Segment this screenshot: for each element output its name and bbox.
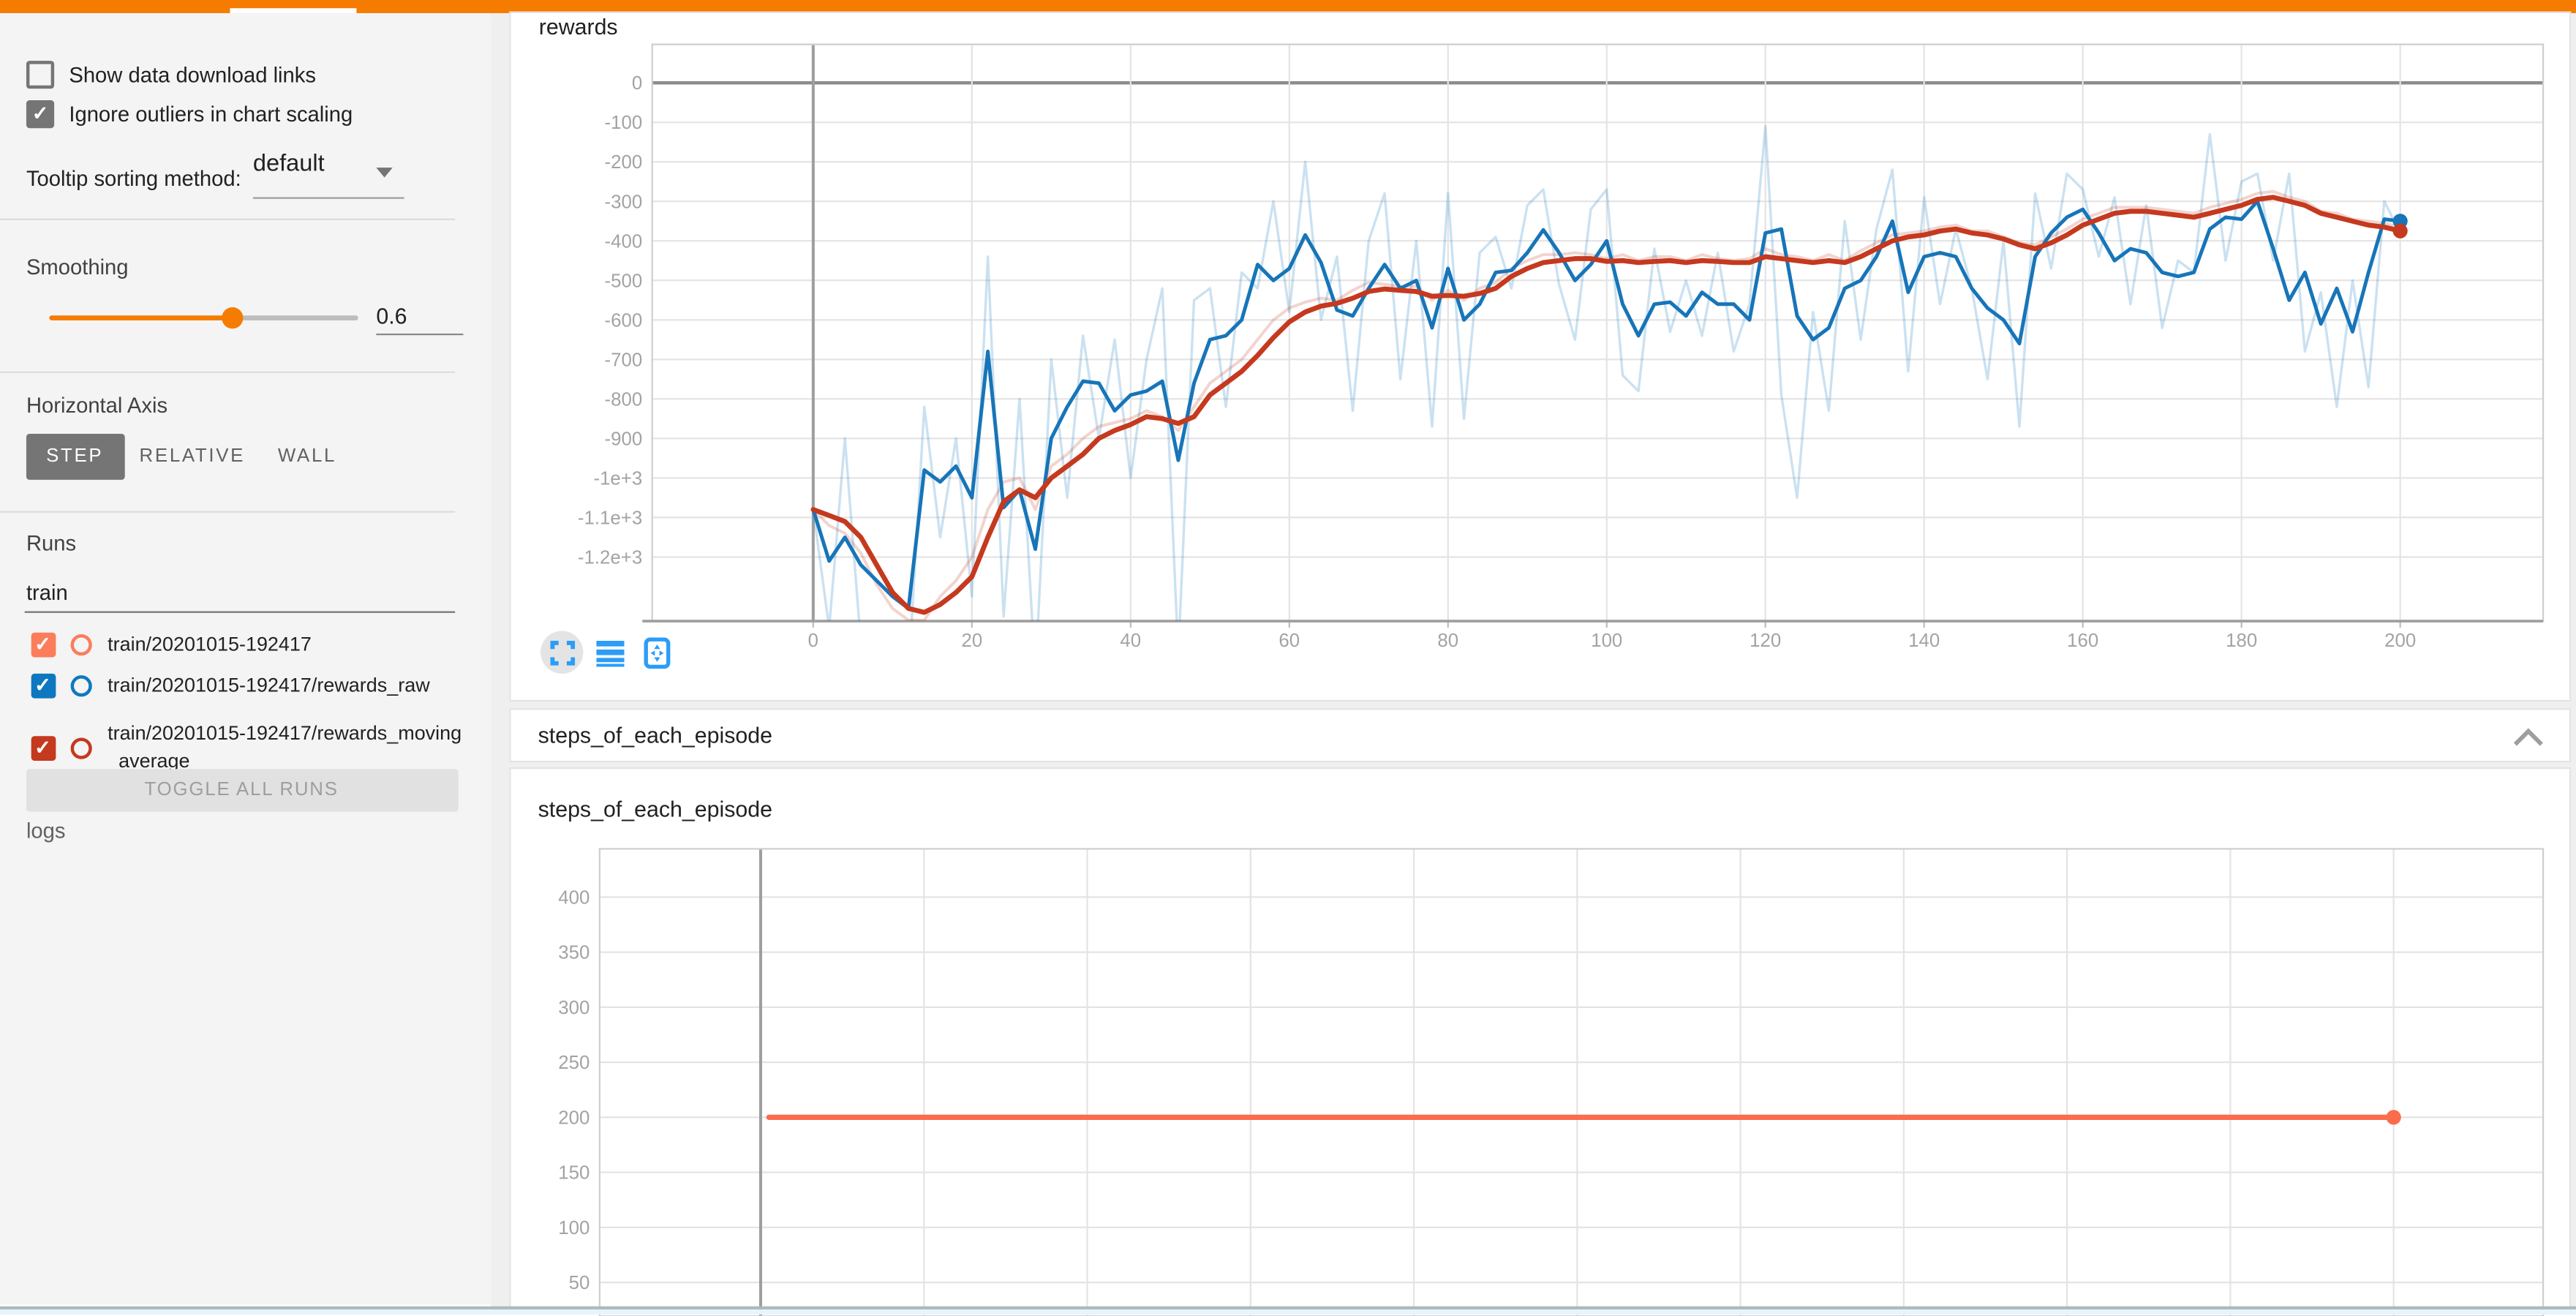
smoothing-value-input[interactable]: 0.6 <box>376 304 463 329</box>
run-label: train/20201015-192417/rewards_moving_ave… <box>108 720 469 775</box>
show-download-links-checkbox[interactable] <box>26 60 54 88</box>
axis-mode-step-button[interactable]: STEP <box>26 433 124 480</box>
ignore-outliers-label: Ignore outliers in chart scaling <box>69 102 353 127</box>
run-checkbox[interactable] <box>31 735 56 760</box>
active-tab-indicator <box>230 7 356 13</box>
svg-text:-1.2e+3: -1.2e+3 <box>578 547 642 568</box>
ignore-outliers-checkbox[interactable] <box>26 100 54 128</box>
svg-text:100: 100 <box>1591 631 1622 651</box>
svg-text:40: 40 <box>1120 631 1141 651</box>
rewards-chart-canvas[interactable]: 0 -100 -200 -300 -400 -500 -600 -700 -800 -900 -1e… <box>511 13 2573 702</box>
svg-text:-500: -500 <box>605 271 643 291</box>
run-radio-icon[interactable] <box>69 675 91 696</box>
run-radio-icon[interactable] <box>69 633 91 655</box>
svg-text:0: 0 <box>632 73 642 94</box>
svg-text:120: 120 <box>1750 631 1781 651</box>
svg-text:-900: -900 <box>605 429 643 449</box>
axis-mode-relative-button[interactable]: RELATIVE <box>141 433 243 480</box>
runs-filter-input[interactable]: train <box>26 579 68 604</box>
runs-label: Runs <box>26 531 76 556</box>
fit-to-data-icon[interactable] <box>644 636 670 668</box>
axis-mode-wall-button[interactable]: WALL <box>268 433 347 480</box>
divider <box>0 219 455 220</box>
svg-text:100: 100 <box>558 1218 590 1238</box>
show-download-links-label: Show data download links <box>69 61 316 86</box>
svg-text:20: 20 <box>961 631 982 651</box>
runs-filter-underline <box>25 610 455 612</box>
svg-text:400: 400 <box>558 887 590 908</box>
steps-chart-canvas[interactable]: 400 350 300 250 200 150 100 50 <box>511 769 2573 1316</box>
slider-track-filled <box>49 315 231 320</box>
ignore-outliers-row[interactable]: Ignore outliers in chart scaling <box>0 89 518 138</box>
slider-thumb[interactable] <box>221 307 242 328</box>
slider-track-empty <box>232 315 358 320</box>
svg-text:-400: -400 <box>605 231 643 252</box>
svg-text:60: 60 <box>1278 631 1300 651</box>
tensorboard-app: Show data download links Ignore outliers… <box>0 0 2576 1315</box>
svg-text:-1e+3: -1e+3 <box>593 468 642 489</box>
svg-text:250: 250 <box>558 1053 590 1073</box>
section-title: steps_of_each_episode <box>538 723 772 748</box>
run-checkbox[interactable] <box>31 674 56 699</box>
svg-text:-100: -100 <box>605 113 643 133</box>
svg-text:-200: -200 <box>605 152 643 173</box>
horizontal-axis-label: Horizontal Axis <box>26 393 167 418</box>
select-underline <box>253 196 404 198</box>
steps-chart-card: steps_of_each_episode 400350300250200150… <box>509 767 2571 1315</box>
section-header[interactable]: steps_of_each_episode <box>509 708 2571 762</box>
svg-text:180: 180 <box>2226 631 2257 651</box>
svg-text:-1.1e+3: -1.1e+3 <box>578 508 642 528</box>
svg-text:300: 300 <box>558 998 590 1018</box>
logs-label: logs <box>26 817 66 842</box>
chevron-down-icon[interactable] <box>376 168 392 177</box>
svg-text:50: 50 <box>569 1273 590 1293</box>
settings-sidebar: Show data download links Ignore outliers… <box>0 13 492 1304</box>
svg-text:-800: -800 <box>605 389 643 410</box>
run-row[interactable]: train/20201015-192417 <box>0 629 521 658</box>
divider <box>0 510 455 511</box>
svg-text:140: 140 <box>1908 631 1940 651</box>
run-checkbox[interactable] <box>31 632 56 657</box>
svg-text:-600: -600 <box>605 310 643 331</box>
tooltip-sorting-label: Tooltip sorting method: <box>26 165 241 190</box>
svg-text:350: 350 <box>558 943 590 963</box>
svg-text:-700: -700 <box>605 350 643 370</box>
svg-text:-300: -300 <box>605 192 643 212</box>
svg-text:160: 160 <box>2067 631 2098 651</box>
run-row[interactable]: train/20201015-192417/rewards_raw <box>0 672 521 701</box>
horizontal-bars-icon[interactable] <box>596 640 624 666</box>
smoothing-underline <box>376 334 463 335</box>
rewards-chart-card: rewards 0-100-200-300-400-500-600-700-80… <box>509 12 2571 701</box>
run-label: train/20201015-192417/rewards_raw <box>108 672 469 700</box>
svg-text:200: 200 <box>2384 631 2416 651</box>
svg-text:150: 150 <box>558 1163 590 1184</box>
run-label: train/20201015-192417 <box>108 630 469 658</box>
divider <box>0 371 455 372</box>
svg-text:80: 80 <box>1437 631 1458 651</box>
chevron-up-icon[interactable] <box>2510 727 2546 747</box>
run-radio-icon[interactable] <box>69 737 91 758</box>
svg-text:200: 200 <box>558 1108 590 1128</box>
fullscreen-icon[interactable] <box>550 640 575 665</box>
smoothing-label: Smoothing <box>26 255 129 279</box>
toggle-all-runs-button[interactable]: TOGGLE ALL RUNS <box>26 769 458 811</box>
svg-text:0: 0 <box>808 631 818 651</box>
